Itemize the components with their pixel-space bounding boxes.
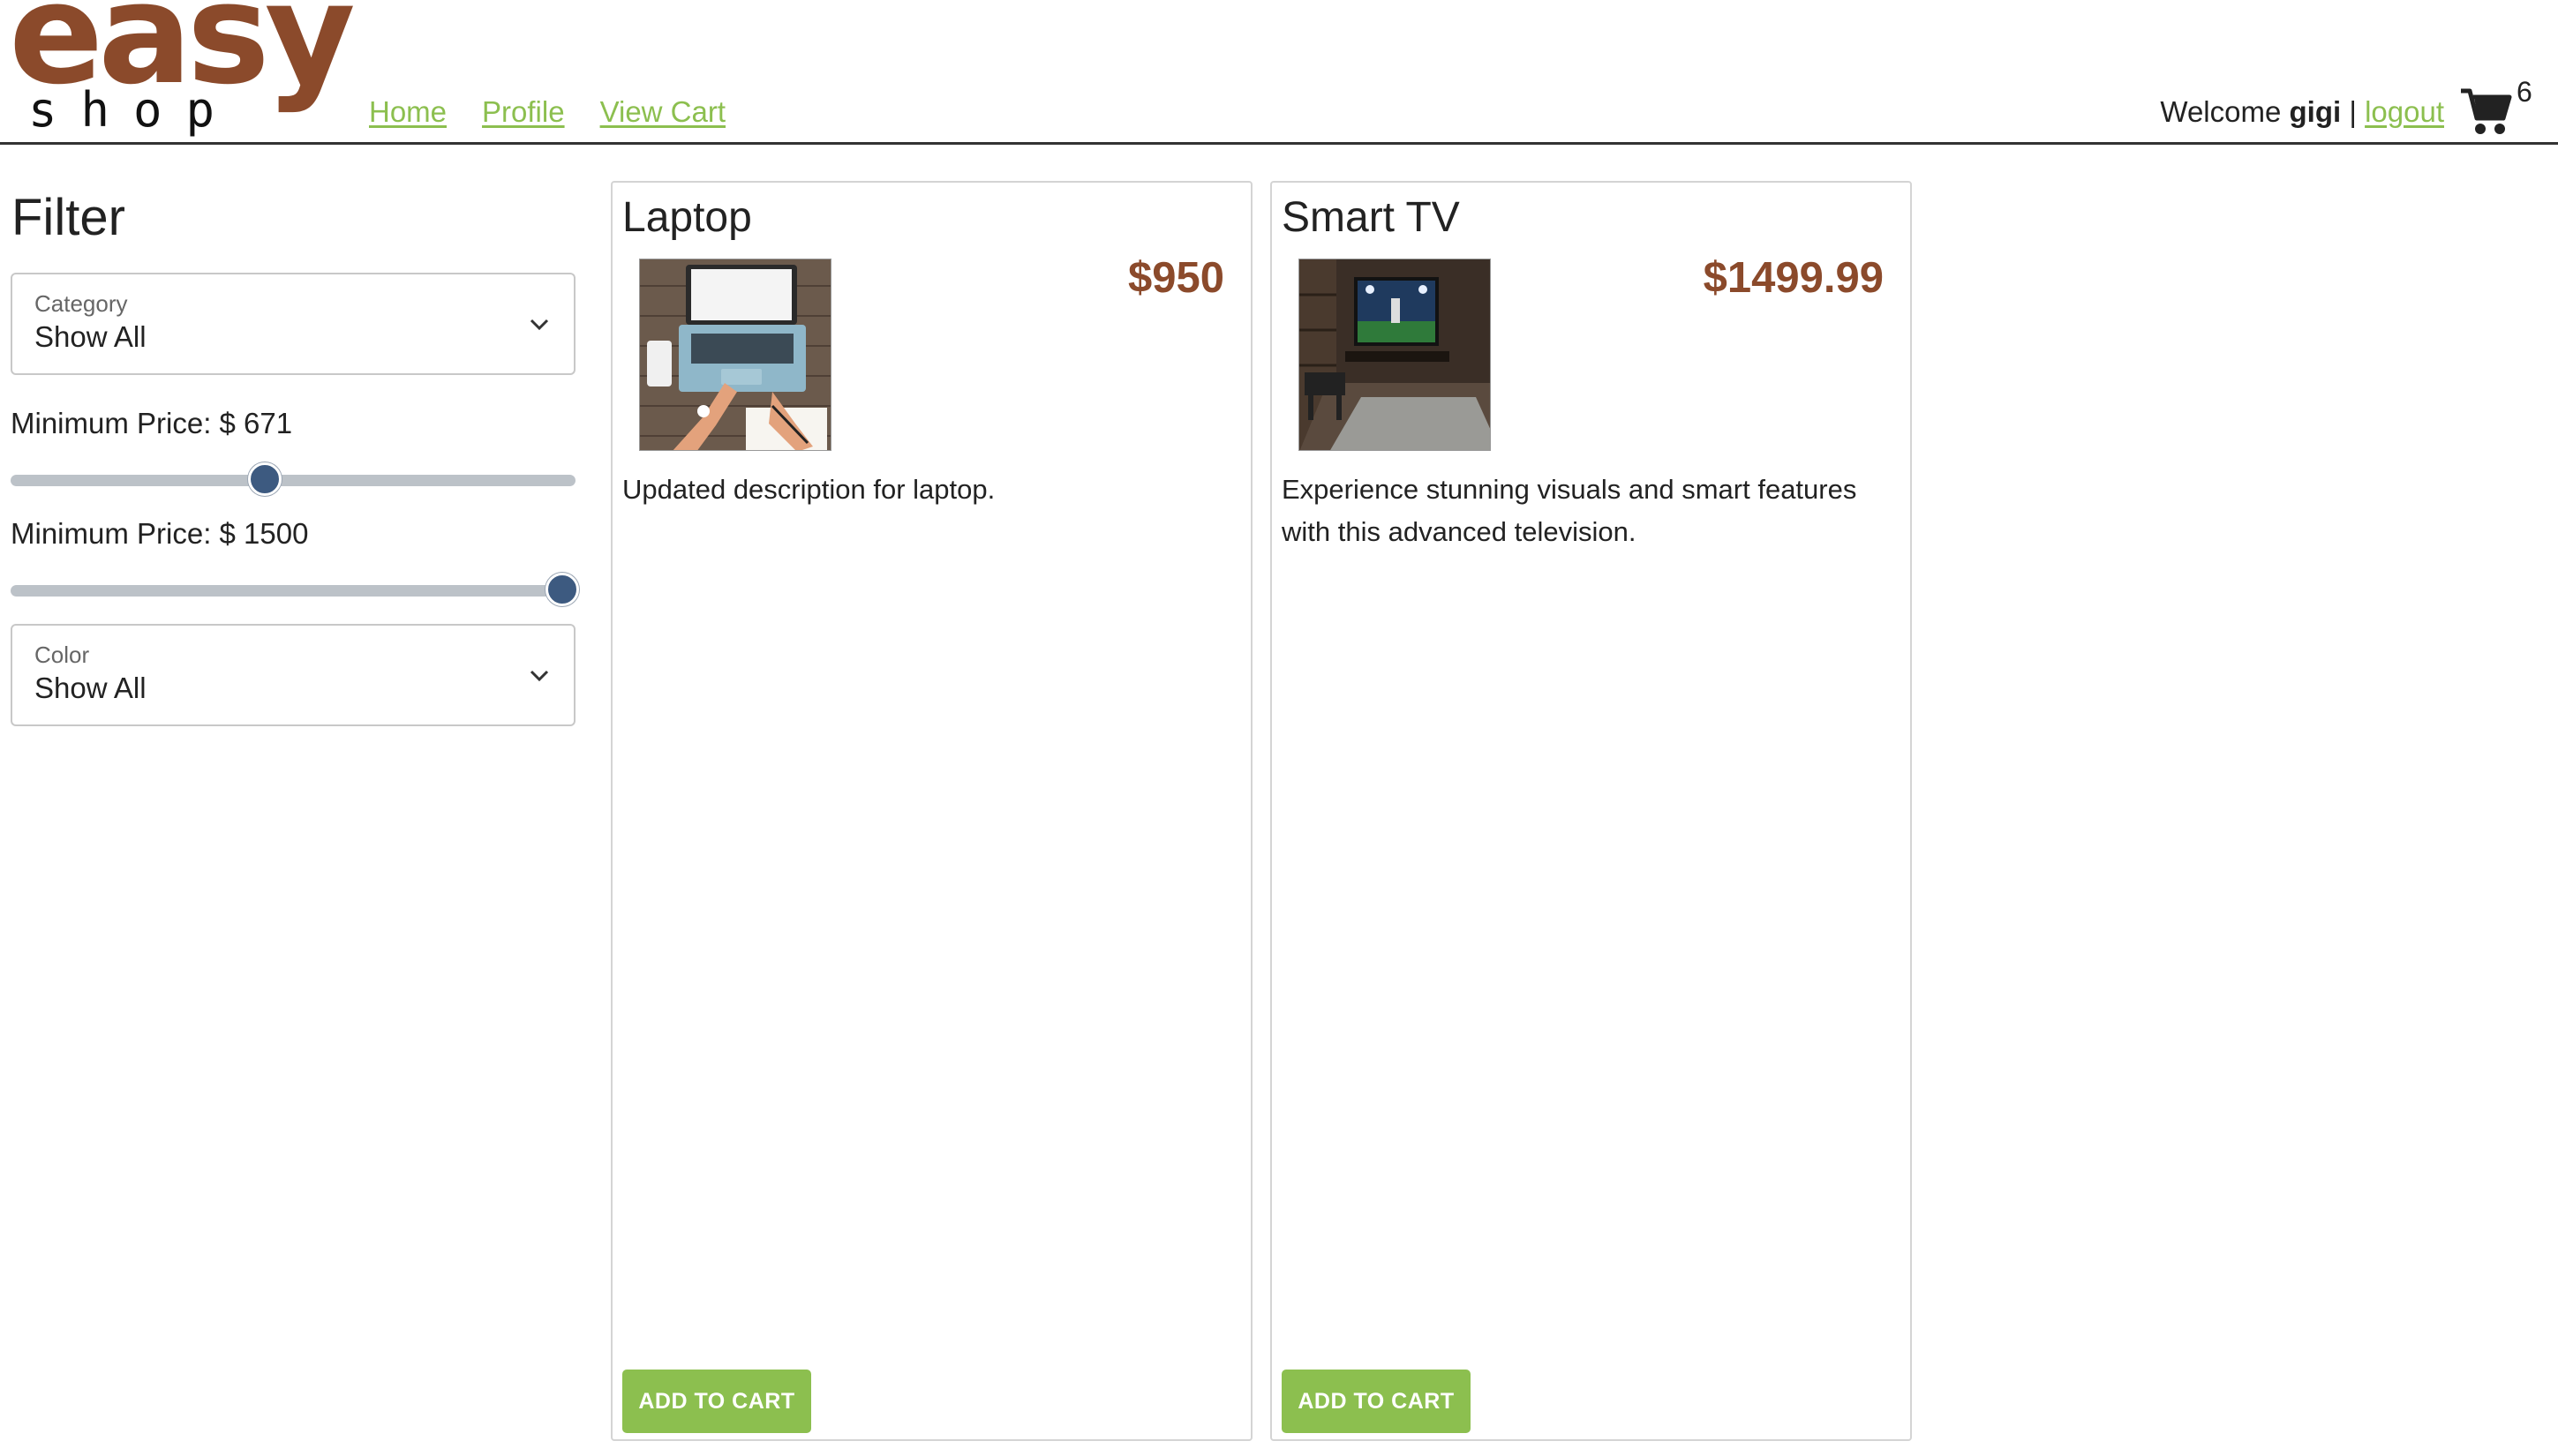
laptop-product-image[interactable] <box>639 259 831 451</box>
product-price: $1499.99 <box>1703 254 1884 302</box>
separator: | <box>2341 95 2366 128</box>
chevron-down-icon <box>530 319 549 331</box>
min-price-label: Minimum Price: $ 671 <box>11 407 293 439</box>
max-price-slider-track <box>11 585 576 597</box>
category-select-value: Show All <box>34 320 147 353</box>
min-price-slider-track <box>11 475 576 486</box>
min-price-slider-thumb[interactable] <box>248 462 282 496</box>
color-select[interactable]: Color Show All <box>11 624 576 726</box>
shopping-cart-icon[interactable] <box>2459 83 2512 138</box>
add-to-cart-button[interactable]: ADD TO CART <box>622 1370 811 1433</box>
easy-shop-logo[interactable]: easy shop <box>9 0 356 141</box>
add-to-cart-button[interactable]: ADD TO CART <box>1282 1370 1471 1433</box>
min-price-slider[interactable] <box>11 462 576 498</box>
logout-link[interactable]: logout <box>2365 95 2444 128</box>
category-select-label: Category <box>34 290 128 317</box>
product-card: Laptop $950 Updated description for lapt… <box>611 181 1253 1441</box>
laptop-image-graphic <box>640 259 831 450</box>
product-card: Smart TV $1499.99 Experience stunning vi… <box>1270 181 1912 1441</box>
nav-view-cart-link[interactable]: View Cart <box>600 95 726 129</box>
nav-home-link[interactable]: Home <box>369 95 447 129</box>
color-select-value: Show All <box>34 672 147 704</box>
cart-count-badge: 6 <box>2517 76 2532 108</box>
max-price-slider[interactable] <box>11 573 579 608</box>
welcome-prefix: Welcome <box>2160 95 2290 128</box>
product-name: Laptop <box>622 194 752 241</box>
max-price-slider-thumb[interactable] <box>545 573 579 606</box>
main-nav: Home Profile View Cart <box>369 95 726 129</box>
logo-shop-text: shop <box>28 82 239 138</box>
category-select[interactable]: Category Show All <box>11 273 576 375</box>
nav-profile-link[interactable]: Profile <box>482 95 565 129</box>
filter-title: Filter <box>11 189 125 246</box>
product-price: $950 <box>1127 254 1224 302</box>
smart-tv-product-image[interactable] <box>1298 259 1491 451</box>
max-price-label: Minimum Price: $ 1500 <box>11 517 309 550</box>
welcome-message: Welcome gigi | logout <box>2160 95 2444 129</box>
color-select-label: Color <box>34 642 90 668</box>
smart-tv-image-graphic <box>1299 259 1490 450</box>
header: easy shop Home Profile View Cart Welcome… <box>0 0 2558 145</box>
chevron-down-icon <box>530 670 549 682</box>
filter-sidebar: Filter Category Show All Minimum Price: … <box>11 189 579 726</box>
product-description: Experience stunning visuals and smart fe… <box>1282 474 1857 547</box>
username: gigi <box>2289 95 2342 128</box>
product-name: Smart TV <box>1282 194 1460 241</box>
product-description: Updated description for laptop. <box>622 474 996 505</box>
